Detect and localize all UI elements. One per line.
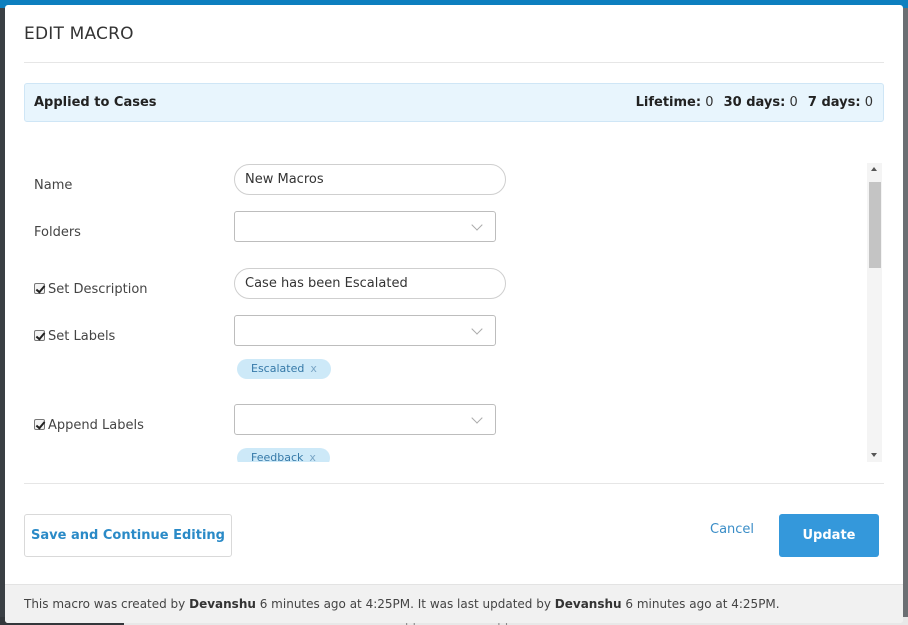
append-labels-checkbox[interactable] [34,419,45,430]
applied-to-cases-banner: Applied to Cases Lifetime: 0 30 days: 0 … [24,83,884,122]
chevron-down-icon [471,323,483,335]
folders-select[interactable] [234,211,496,242]
usage-stats: Lifetime: 0 30 days: 0 7 days: 0 [630,95,873,110]
folders-label: Folders [34,225,81,240]
label-tag-text: Escalated [251,362,305,375]
scroll-down-arrow-icon[interactable] [871,453,877,457]
label-tag: Feedback x [237,448,330,462]
status-updated-time: 6 minutes ago at 4:25PM. [625,597,780,611]
set-labels-row-label[interactable]: Set Labels [34,329,115,344]
edit-macro-modal: EDIT MACRO Applied to Cases Lifetime: 0 … [5,5,903,623]
stat-30-days-value: 0 [789,95,798,110]
title-divider [24,62,884,63]
set-description-input[interactable]: Case has been Escalated [234,268,506,299]
status-updater: Devanshu [554,597,622,611]
append-labels-row-label[interactable]: Append Labels [34,418,144,433]
audit-status-text: This macro was created by Devanshu 6 min… [24,597,780,611]
set-description-label: Set Description [48,282,148,297]
background-right-edge [903,8,908,625]
update-button[interactable]: Update [779,514,879,557]
append-labels-select[interactable] [234,404,496,435]
label-tag-text: Feedback [251,451,304,462]
set-labels-label: Set Labels [48,329,116,344]
append-labels-label: Append Labels [48,418,144,433]
scroll-up-arrow-icon[interactable] [871,167,877,171]
scrollbar-thumb[interactable] [869,182,881,268]
macro-form-scroll-area[interactable]: Name New Macros Folders Set Description … [24,162,884,462]
label-tag: Escalated x [237,359,331,379]
tag-remove-icon[interactable]: x [309,451,316,462]
status-middle: It was last updated by [417,597,551,611]
status-created-time: 6 minutes ago at 4:25PM. [259,597,414,611]
stat-30-days: 30 days: 0 [724,95,798,110]
cancel-button[interactable]: Cancel [710,522,754,537]
chevron-down-icon [471,412,483,424]
name-label: Name [34,178,73,193]
tag-remove-icon[interactable]: x [310,362,317,375]
stat-lifetime-label: Lifetime: [635,95,702,110]
set-description-checkbox[interactable] [34,283,45,294]
applied-title: Applied to Cases [34,95,157,110]
set-labels-select[interactable] [234,315,496,346]
set-description-row-label[interactable]: Set Description [34,282,148,297]
audit-status-bar: This macro was created by Devanshu 6 min… [5,584,903,623]
stat-30-days-label: 30 days: [723,95,786,110]
stat-7-days: 7 days: 0 [808,95,873,110]
name-input[interactable]: New Macros [234,164,506,195]
form-scrollbar[interactable] [867,163,882,462]
status-prefix: This macro was created by [24,597,186,611]
footer-divider [24,483,884,484]
save-and-continue-button[interactable]: Save and Continue Editing [24,514,232,557]
chevron-down-icon [471,219,483,231]
stat-7-days-value: 0 [864,95,873,110]
status-creator: Devanshu [189,597,256,611]
modal-title: EDIT MACRO [24,24,134,44]
stat-lifetime-value: 0 [705,95,714,110]
stat-7-days-label: 7 days: [807,95,861,110]
stat-lifetime: Lifetime: 0 [636,95,714,110]
set-labels-checkbox[interactable] [34,330,45,341]
